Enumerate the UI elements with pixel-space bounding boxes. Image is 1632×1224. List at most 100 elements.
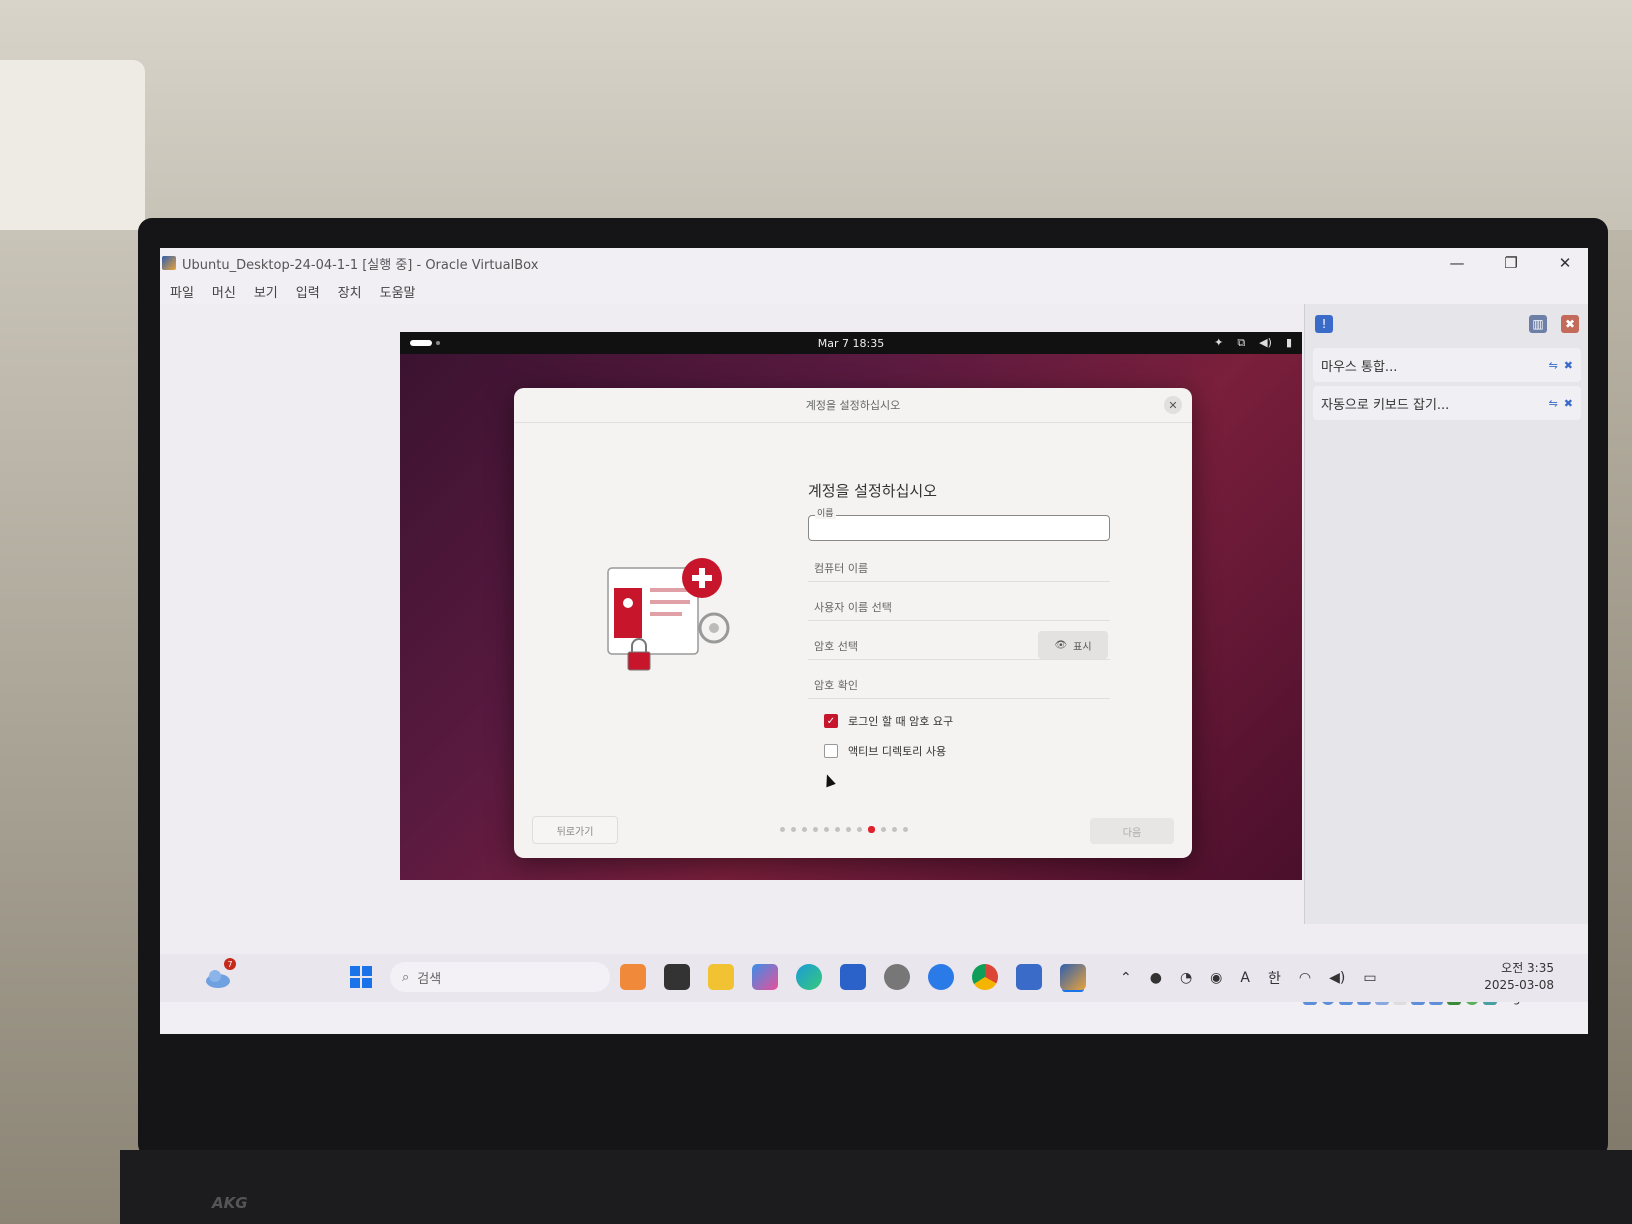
step-dot [824,827,829,832]
dialog-header-title: 계정을 설정하십시오 [805,399,901,412]
dismiss-all-icon[interactable]: ✖ [1561,315,1579,333]
restore-button[interactable]: ❐ [1498,252,1524,274]
back-button[interactable]: 뒤로가기 [532,816,618,844]
eye-icon: 👁 [1054,639,1068,651]
require-password-option[interactable]: ✓ 로그인 할 때 암호 요구 [824,713,1110,729]
name-input[interactable]: 이름 [808,506,1110,541]
clock-date: 2025-03-08 [1484,978,1554,992]
volume-icon[interactable]: ◀) [1329,970,1345,986]
step-dot [835,827,840,832]
edge-icon[interactable] [796,964,822,990]
close-button[interactable]: ✕ [1552,252,1578,274]
vscode-icon[interactable] [1016,964,1042,990]
task-view-icon[interactable] [664,964,690,990]
mouse-integration-text: 마우스 통합... [1321,359,1398,375]
start-button[interactable] [350,966,372,988]
quick-assist-icon[interactable] [928,964,954,990]
font-icon[interactable]: A [1240,970,1250,986]
mouse-integration-notice[interactable]: 마우스 통합... ⇋ ✖ [1313,348,1581,382]
windows-taskbar: 7 ⌕ 검색 ⌃ ● ◔ ◉ A 한 ◠ ◀) ▭ 오전 3:35 2025-0… [160,954,1588,1002]
next-button[interactable]: 다음 [1090,818,1174,844]
account-illustration [607,558,730,671]
wall-background [0,0,1632,230]
notice-toggle-icon[interactable]: ⇋ [1549,397,1558,410]
akg-logo: AKG [212,1194,248,1212]
step-dot [903,827,908,832]
menu-input[interactable]: 입력 [296,282,320,301]
desk-background [0,230,150,1224]
vm-display-area: Mar 7 18:35 ✦ ⧉ ◀) ▮ 계정을 설정하십시오 ✕ 계정을 설정… [160,304,1588,1005]
menu-devices[interactable]: 장치 [338,282,362,301]
panel-layout-icon[interactable]: ▥ [1529,315,1547,333]
menu-view[interactable]: 보기 [254,282,278,301]
file-explorer-icon[interactable] [708,964,734,990]
settings-icon[interactable] [884,964,910,990]
menu-machine[interactable]: 머신 [212,282,236,301]
ubuntu-topbar: Mar 7 18:35 ✦ ⧉ ◀) ▮ [400,332,1302,354]
dialog-close-button[interactable]: ✕ [1164,396,1182,414]
ime-indicator[interactable]: 한 [1268,968,1281,988]
sync-icon[interactable]: ◔ [1180,970,1192,986]
search-placeholder: 검색 [417,971,442,987]
virtualbox-titlebar: Ubuntu_Desktop-24-04-1-1 [실행 중] - Oracle… [160,248,1588,278]
step-dot [802,827,807,832]
show-hidden-icons-chevron-icon[interactable]: ⌃ [1120,970,1132,986]
accessibility-icon: ✦ [1214,336,1224,349]
taskbar-search[interactable]: ⌕ 검색 [390,962,610,992]
volume-icon: ◀) [1259,336,1272,349]
messenger-icon[interactable]: ● [1150,970,1162,986]
activities-indicator[interactable] [410,340,432,346]
battery-icon: ▮ [1285,336,1292,349]
wifi-icon[interactable]: ◠ [1299,970,1311,986]
clock-time: 오전 3:35 [1501,961,1554,975]
notification-badge: 7 [224,958,236,970]
store-icon[interactable] [840,964,866,990]
keyboard-capture-text: 자동으로 키보드 잡기... [1321,397,1450,413]
step-indicator [780,826,908,833]
system-tray-area: ⌃ ● ◔ ◉ A 한 ◠ ◀) ▭ [1120,968,1377,988]
notice-toggle-icon[interactable]: ⇋ [1549,359,1558,372]
computer-name-field[interactable]: 컴퓨터 이름 [808,555,1110,582]
battery-icon[interactable]: ▭ [1363,970,1376,986]
taskbar-clock[interactable]: 오전 3:35 2025-03-08 [1484,960,1554,994]
copilot-icon[interactable] [752,964,778,990]
require-password-checkbox[interactable]: ✓ [824,714,838,728]
minimize-button[interactable]: — [1444,252,1470,274]
virtualbox-menubar: 파일 머신 보기 입력 장치 도움말 [160,278,1588,304]
active-directory-label: 액티브 디렉토리 사용 [848,745,947,758]
active-directory-checkbox[interactable] [824,744,838,758]
step-dot [791,827,796,832]
name-label: 이름 [815,506,836,519]
ubuntu-desktop[interactable]: Mar 7 18:35 ✦ ⧉ ◀) ▮ 계정을 설정하십시오 ✕ 계정을 설정… [400,332,1302,880]
account-setup-dialog: 계정을 설정하십시오 ✕ 계정을 설정하십시오 이름 컴퓨터 이름 사용자 이름… [514,388,1192,858]
require-password-label: 로그인 할 때 암호 요구 [848,715,954,728]
search-icon: ⌕ [402,969,410,985]
username-field[interactable]: 사용자 이름 선택 [808,594,1110,621]
network-icon: ⧉ [1237,336,1246,349]
security-icon[interactable]: ◉ [1210,970,1222,986]
show-password-button[interactable]: 👁 표시 [1038,631,1108,659]
confirm-password-field[interactable]: 암호 확인 [808,672,1110,699]
notice-close-icon[interactable]: ✖ [1564,359,1573,372]
notification-icon[interactable]: ! [1315,315,1333,333]
mouse-cursor-icon [822,772,836,788]
topbar-datetime[interactable]: Mar 7 18:35 [818,337,884,350]
step-dot [881,827,886,832]
menu-help[interactable]: 도움말 [380,282,416,301]
password-field[interactable]: 암호 선택 👁 표시 [808,631,1110,660]
confirm-password-placeholder: 암호 확인 [814,679,858,692]
laptop-base [120,1150,1632,1224]
computer-name-placeholder: 컴퓨터 이름 [814,562,869,575]
dialog-header: 계정을 설정하십시오 ✕ [514,388,1192,423]
active-directory-option[interactable]: 액티브 디렉토리 사용 [824,743,1110,759]
step-dot [857,827,862,832]
keyboard-capture-notice[interactable]: 자동으로 키보드 잡기... ⇋ ✖ [1313,386,1581,420]
system-tray[interactable]: ✦ ⧉ ◀) ▮ [1214,336,1292,350]
step-dot [892,827,897,832]
search-highlight-icon[interactable] [620,964,646,990]
chrome-icon[interactable] [972,964,998,990]
notice-close-icon[interactable]: ✖ [1564,397,1573,410]
virtualbox-taskbar-icon[interactable] [1060,964,1086,990]
show-password-label: 표시 [1073,641,1092,653]
menu-file[interactable]: 파일 [170,282,194,301]
